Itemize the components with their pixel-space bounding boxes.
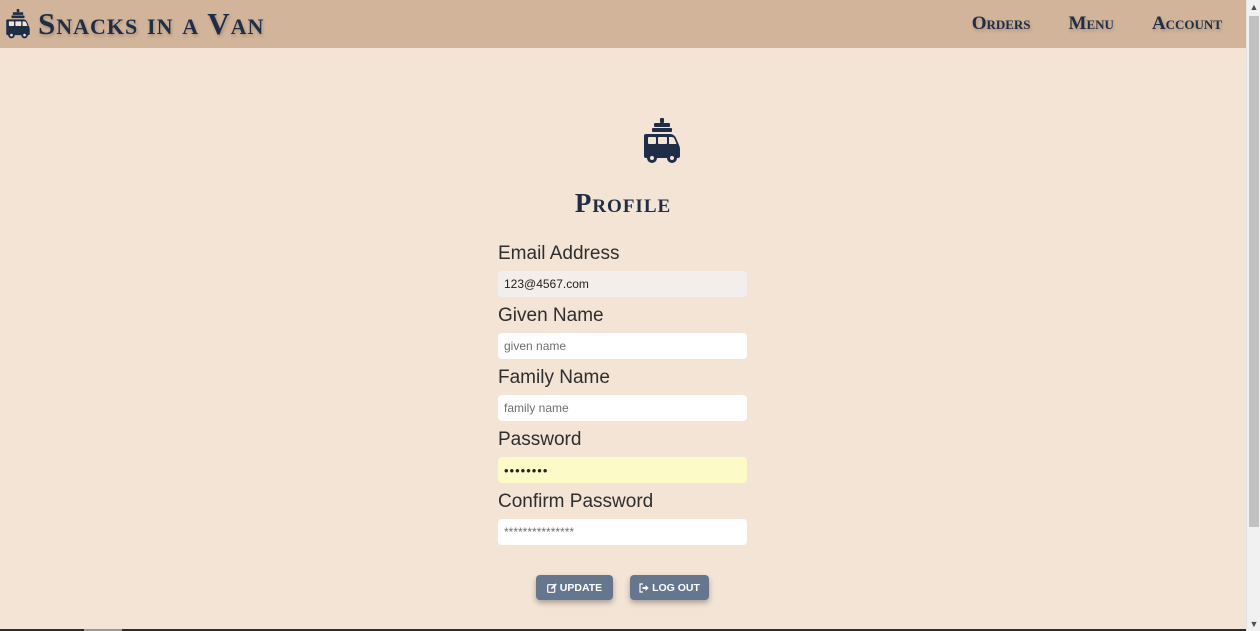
van-icon — [644, 118, 680, 163]
nav-links: Orders Menu Account — [934, 0, 1222, 48]
profile-form: Email Address Given Name Family Name Pas… — [498, 240, 748, 550]
navbar: Snacks in a Van Orders Menu Account — [0, 0, 1246, 48]
nav-link-menu[interactable]: Menu — [1069, 13, 1114, 35]
password-field[interactable] — [498, 457, 747, 483]
password-label: Password — [498, 429, 582, 450]
update-button-label: UPDATE — [559, 581, 603, 594]
vertical-scrollbar[interactable]: ▲ ▼ — [1246, 0, 1260, 631]
given-name-label: Given Name — [498, 305, 604, 326]
logout-button[interactable]: LOG OUT — [630, 575, 709, 600]
scroll-up-icon[interactable]: ▲ — [1247, 0, 1260, 14]
family-name-label: Family Name — [498, 367, 610, 388]
scroll-down-icon[interactable]: ▼ — [1247, 617, 1260, 631]
confirm-password-field[interactable] — [498, 519, 747, 545]
update-button[interactable]: UPDATE — [536, 575, 613, 600]
brand-name: Snacks in a Van — [38, 6, 265, 41]
nav-link-account[interactable]: Account — [1152, 13, 1222, 35]
email-field[interactable] — [498, 271, 747, 297]
given-name-field[interactable] — [498, 333, 747, 359]
sign-out-icon — [639, 582, 649, 593]
form-buttons: UPDATE LOG OUT — [536, 575, 709, 600]
brand[interactable]: Snacks in a Van — [5, 6, 264, 42]
family-name-field[interactable] — [498, 395, 747, 421]
edit-icon — [546, 582, 557, 593]
logout-button-label: LOG OUT — [652, 581, 700, 594]
nav-link-orders[interactable]: Orders — [972, 13, 1031, 35]
page-title: Profile — [574, 188, 672, 218]
confirm-password-label: Confirm Password — [498, 491, 654, 512]
scrollbar-thumb[interactable] — [1249, 16, 1259, 527]
email-label: Email Address — [498, 243, 620, 264]
van-icon — [6, 9, 30, 39]
